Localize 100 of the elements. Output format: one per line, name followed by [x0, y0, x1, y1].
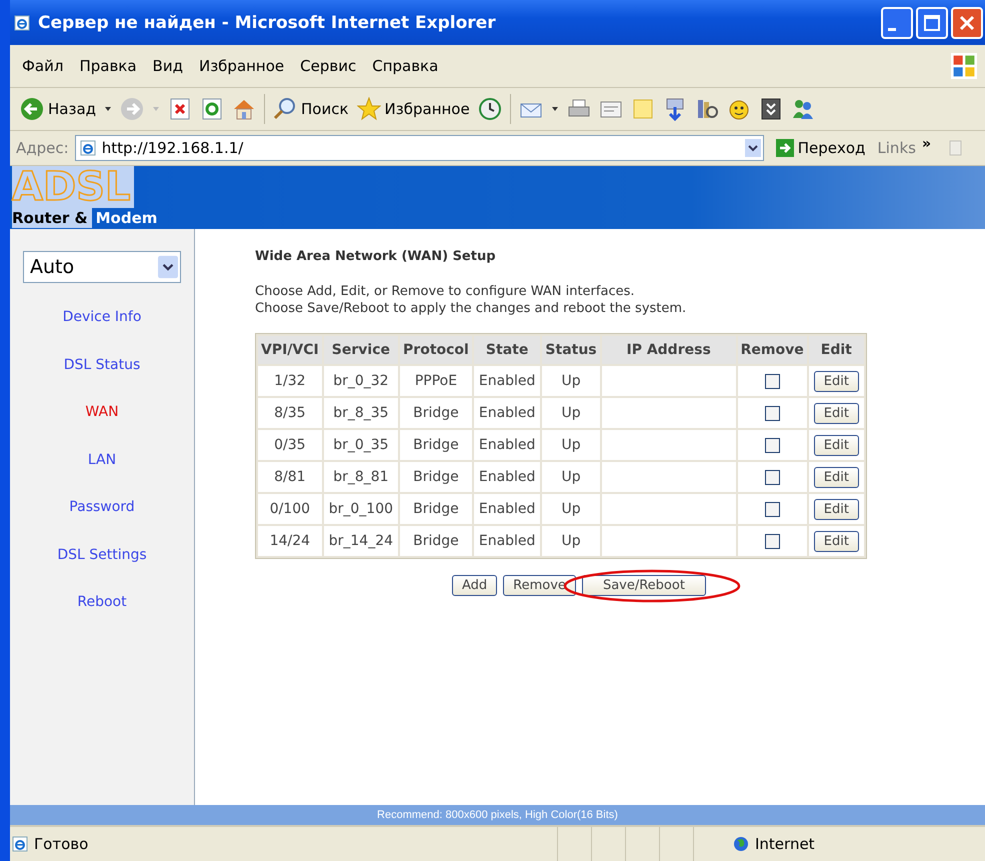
- table-cell: PPPoE: [400, 366, 472, 396]
- refresh-icon[interactable]: [200, 97, 224, 121]
- footer-text: Recommend: 800x600 pixels, High Color(16 Bits): [10, 805, 985, 825]
- favorites-button[interactable]: Избранное: [356, 97, 470, 121]
- nav-link[interactable]: Reboot: [77, 594, 127, 642]
- table-cell: Enabled: [474, 494, 540, 524]
- logo-subtitle: Modem: [96, 208, 158, 228]
- star-icon: [356, 97, 381, 121]
- archive-icon[interactable]: [758, 97, 783, 121]
- column-header: IP Address: [602, 336, 736, 364]
- nav-link[interactable]: DSL Status: [64, 356, 140, 404]
- menu-item[interactable]: Избранное: [190, 57, 292, 75]
- globe-icon: [733, 836, 749, 852]
- column-header: Protocol: [400, 336, 472, 364]
- menu-item[interactable]: Справка: [364, 57, 446, 75]
- people-icon[interactable]: [790, 97, 815, 121]
- minimize-icon: [888, 28, 896, 31]
- logo-title: ADSL: [12, 166, 134, 208]
- remove-checkbox[interactable]: [764, 374, 780, 389]
- table-cell: br_0_35: [324, 430, 398, 460]
- nav-link[interactable]: Password: [69, 499, 135, 546]
- table-cell: 1/32: [258, 366, 322, 396]
- browser-icon: [14, 14, 30, 30]
- action-button[interactable]: Save/Reboot: [582, 575, 706, 596]
- nav-link[interactable]: WAN: [85, 404, 119, 452]
- table-cell: Up: [542, 430, 600, 460]
- instruction-text: Choose Save/Reboot to apply the changes and reboot the system.: [255, 300, 688, 317]
- remove-checkbox[interactable]: [764, 470, 780, 485]
- remove-checkbox[interactable]: [764, 406, 780, 421]
- minimize-button[interactable]: [881, 6, 913, 38]
- close-button[interactable]: [951, 6, 983, 38]
- edit-button[interactable]: Edit: [814, 530, 859, 552]
- table-cell: Enabled: [474, 366, 540, 396]
- edit-button[interactable]: Edit: [814, 466, 859, 488]
- table-cell: br_0_100: [324, 494, 398, 524]
- table-cell: Up: [542, 366, 600, 396]
- remove-checkbox[interactable]: [764, 438, 780, 453]
- go-button[interactable]: Переход: [770, 139, 872, 157]
- table-cell: Enabled: [474, 462, 540, 492]
- search-icon: [273, 97, 298, 121]
- language-select[interactable]: Auto: [23, 251, 181, 283]
- action-button[interactable]: Remove: [503, 575, 576, 596]
- table-cell: Bridge: [400, 398, 472, 428]
- dropdown-icon: [158, 255, 178, 279]
- table-cell: br_14_24: [324, 526, 398, 556]
- nav-link[interactable]: Device Info: [62, 309, 142, 356]
- column-header: State: [474, 336, 540, 364]
- edit-button[interactable]: Edit: [814, 498, 859, 520]
- table-cell: Enabled: [474, 398, 540, 428]
- history-icon[interactable]: [478, 97, 502, 121]
- table-cell: Up: [542, 526, 600, 556]
- caret-icon[interactable]: [550, 105, 559, 113]
- more-button[interactable]: »: [922, 136, 931, 152]
- instruction-text: Choose Add, Edit, or Remove to configure WAN interfaces.: [255, 283, 636, 300]
- table-cell: Bridge: [400, 526, 472, 556]
- table-cell: Bridge: [400, 430, 472, 460]
- column-header: Status: [542, 336, 600, 364]
- stop-icon[interactable]: [168, 97, 192, 121]
- table-cell: Up: [542, 462, 600, 492]
- table-cell: 0/35: [258, 430, 322, 460]
- home-icon[interactable]: [232, 97, 256, 121]
- dropdown-icon[interactable]: [744, 139, 761, 157]
- back-button[interactable]: Назад: [20, 97, 96, 121]
- remove-checkbox[interactable]: [764, 534, 780, 549]
- table-cell: Bridge: [400, 462, 472, 492]
- maximize-icon: [922, 12, 942, 32]
- address-field[interactable]: http://192.168.1.1/: [74, 135, 764, 161]
- links-button[interactable]: Links: [877, 139, 916, 157]
- nav-link[interactable]: DSL Settings: [57, 546, 147, 594]
- address-label: Адрес:: [16, 139, 69, 157]
- section-title: Wide Area Network (WAN) Setup: [255, 249, 497, 264]
- table-cell: Bridge: [400, 494, 472, 524]
- logo-subtitle: Router &: [12, 208, 92, 228]
- page-icon: [80, 140, 96, 156]
- table-cell: br_8_81: [324, 462, 398, 492]
- menu-item[interactable]: Сервис: [292, 57, 364, 75]
- column-header: Service: [324, 336, 398, 364]
- table-cell: 8/35: [258, 398, 322, 428]
- table-cell: br_0_32: [324, 366, 398, 396]
- nav-link[interactable]: LAN: [88, 452, 116, 499]
- action-button[interactable]: Add: [452, 575, 498, 596]
- caret-icon[interactable]: [104, 105, 112, 113]
- menu-item[interactable]: Правка: [71, 57, 145, 75]
- edit-button[interactable]: Edit: [814, 402, 859, 424]
- maximize-button[interactable]: [916, 6, 948, 38]
- menu-item[interactable]: Вид: [144, 57, 191, 75]
- remove-checkbox[interactable]: [764, 502, 780, 517]
- edit-button[interactable]: Edit: [814, 434, 859, 456]
- table-cell: 8/81: [258, 462, 322, 492]
- column-header: Edit: [808, 336, 864, 364]
- column-header: VPI/VCI: [258, 336, 322, 364]
- table-cell: Up: [542, 494, 600, 524]
- search-button[interactable]: Поиск: [273, 97, 349, 121]
- table-cell: 0/100: [258, 494, 322, 524]
- menu-item[interactable]: Файл: [14, 57, 72, 75]
- table-cell: Enabled: [474, 526, 540, 556]
- windows-logo-icon: [951, 53, 977, 79]
- zone-text: Internet: [755, 835, 816, 853]
- window-title: Сервер не найден - Microsoft Internet Explorer: [38, 12, 496, 32]
- edit-button[interactable]: Edit: [814, 370, 859, 392]
